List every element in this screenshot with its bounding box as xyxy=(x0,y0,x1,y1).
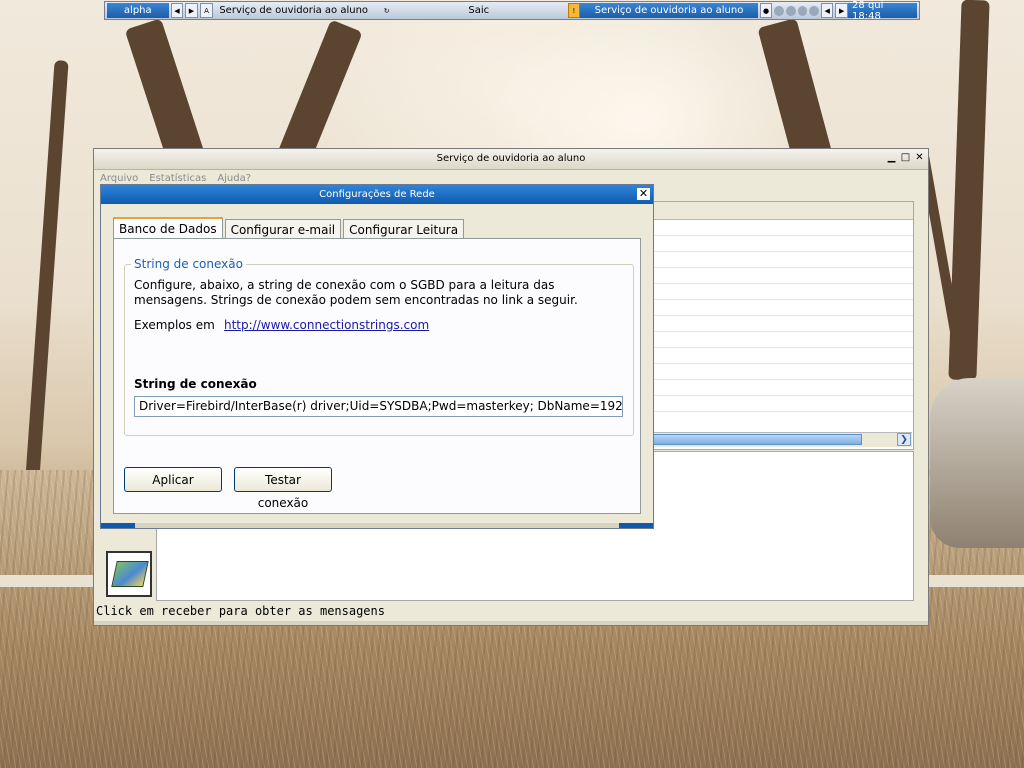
taskbar-item-active[interactable]: Serviço de ouvidoria ao aluno xyxy=(580,3,758,18)
group-title: String de conexão xyxy=(131,257,246,271)
table-header[interactable] xyxy=(650,202,913,220)
volume-icon xyxy=(809,5,819,16)
scroll-right-icon[interactable]: ❯ xyxy=(897,433,911,446)
test-connection-button[interactable]: Testar conexão xyxy=(234,467,332,510)
clock[interactable]: 28 qui 18:48 xyxy=(848,0,918,22)
power-icon xyxy=(797,5,808,16)
group-description: Configure, abaixo, a string de conexão c… xyxy=(134,278,578,307)
scrollbar-thumb[interactable] xyxy=(649,434,862,445)
table-row[interactable] xyxy=(650,348,913,364)
status-bar: Click em receber para obter as mensagens xyxy=(96,604,385,618)
app-icon: A xyxy=(199,3,214,18)
tab-configurar-leitura[interactable]: Configurar Leitura xyxy=(343,219,465,239)
main-window-title: Serviço de ouvidoria ao aluno xyxy=(436,153,586,164)
table-row[interactable] xyxy=(650,396,913,412)
table-row[interactable] xyxy=(650,364,913,380)
prev-workspace-icon[interactable]: ◀ xyxy=(170,3,184,18)
window-bottom-border xyxy=(94,621,928,625)
prev-icon[interactable]: ◀ xyxy=(820,3,834,18)
menu-ajuda[interactable]: Ajuda? xyxy=(217,173,251,184)
wallpaper-tree xyxy=(25,60,69,480)
table-row[interactable] xyxy=(650,252,913,268)
tab-bar: Banco de Dados Configurar e-mail Configu… xyxy=(113,216,466,240)
table-row[interactable] xyxy=(650,268,913,284)
examples-label: Exemplos em xyxy=(134,318,215,332)
connection-string-input[interactable]: Driver=Firebird/InterBase(r) driver;Uid=… xyxy=(134,396,623,417)
connectionstrings-link[interactable]: http://www.connectionstrings.com xyxy=(224,318,429,332)
taskbar-item[interactable]: Saic xyxy=(392,3,566,18)
horizontal-scrollbar[interactable]: ❯ xyxy=(649,432,912,447)
tab-configurar-email[interactable]: Configurar e-mail xyxy=(224,219,342,239)
next-workspace-icon[interactable]: ▶ xyxy=(185,3,198,18)
apply-button[interactable]: Aplicar xyxy=(124,467,222,492)
receive-map-icon[interactable] xyxy=(106,551,152,597)
dialog-close-icon[interactable]: ✕ xyxy=(637,188,650,200)
table-row[interactable] xyxy=(650,332,913,348)
taskbar-item[interactable]: Serviço de ouvidoria ao aluno xyxy=(213,3,379,18)
tab-banco-de-dados[interactable]: Banco de Dados xyxy=(113,217,223,240)
table-row[interactable] xyxy=(650,284,913,300)
map-icon xyxy=(111,561,149,587)
connection-string-group: String de conexão Configure, abaixo, a s… xyxy=(124,257,634,436)
next-icon[interactable]: ▶ xyxy=(835,3,849,18)
table-row[interactable] xyxy=(650,380,913,396)
table-row[interactable] xyxy=(650,236,913,252)
message-table[interactable] xyxy=(649,201,914,450)
menu-arquivo[interactable]: Arquivo xyxy=(100,173,138,184)
dialog-titlebar[interactable]: Configurações de Rede ✕ xyxy=(101,185,653,204)
dialog-title: Configurações de Rede xyxy=(319,189,435,200)
top-panel: alpha ◀ ▶ A Serviço de ouvidoria ao alun… xyxy=(104,0,920,22)
table-row[interactable] xyxy=(650,220,913,236)
table-row[interactable] xyxy=(650,316,913,332)
info-icon xyxy=(774,5,784,16)
network-icon: ↻ xyxy=(383,6,390,15)
bluetooth-icon xyxy=(785,5,796,16)
menu-estatisticas[interactable]: Estatísticas xyxy=(149,173,206,184)
dialog-bottom-inner xyxy=(135,523,619,528)
tab-panel-banco-de-dados: String de conexão Configure, abaixo, a s… xyxy=(113,238,641,514)
network-settings-dialog: Configurações de Rede ✕ Banco de Dados C… xyxy=(100,184,654,529)
window-menu-icon[interactable]: ● xyxy=(759,3,773,18)
minimize-icon[interactable]: ▁ xyxy=(886,152,897,163)
maximize-icon[interactable]: □ xyxy=(900,152,911,163)
table-row[interactable] xyxy=(650,300,913,316)
warning-icon: ! xyxy=(567,3,581,18)
workspace-switcher[interactable]: alpha xyxy=(107,3,169,18)
connection-string-label: String de conexão xyxy=(134,377,257,391)
main-window-titlebar[interactable]: Serviço de ouvidoria ao aluno ▁ □ ✕ xyxy=(94,149,928,170)
close-icon[interactable]: ✕ xyxy=(914,152,925,163)
dialog-bottom-border xyxy=(101,523,653,528)
wallpaper-car xyxy=(930,378,1024,548)
